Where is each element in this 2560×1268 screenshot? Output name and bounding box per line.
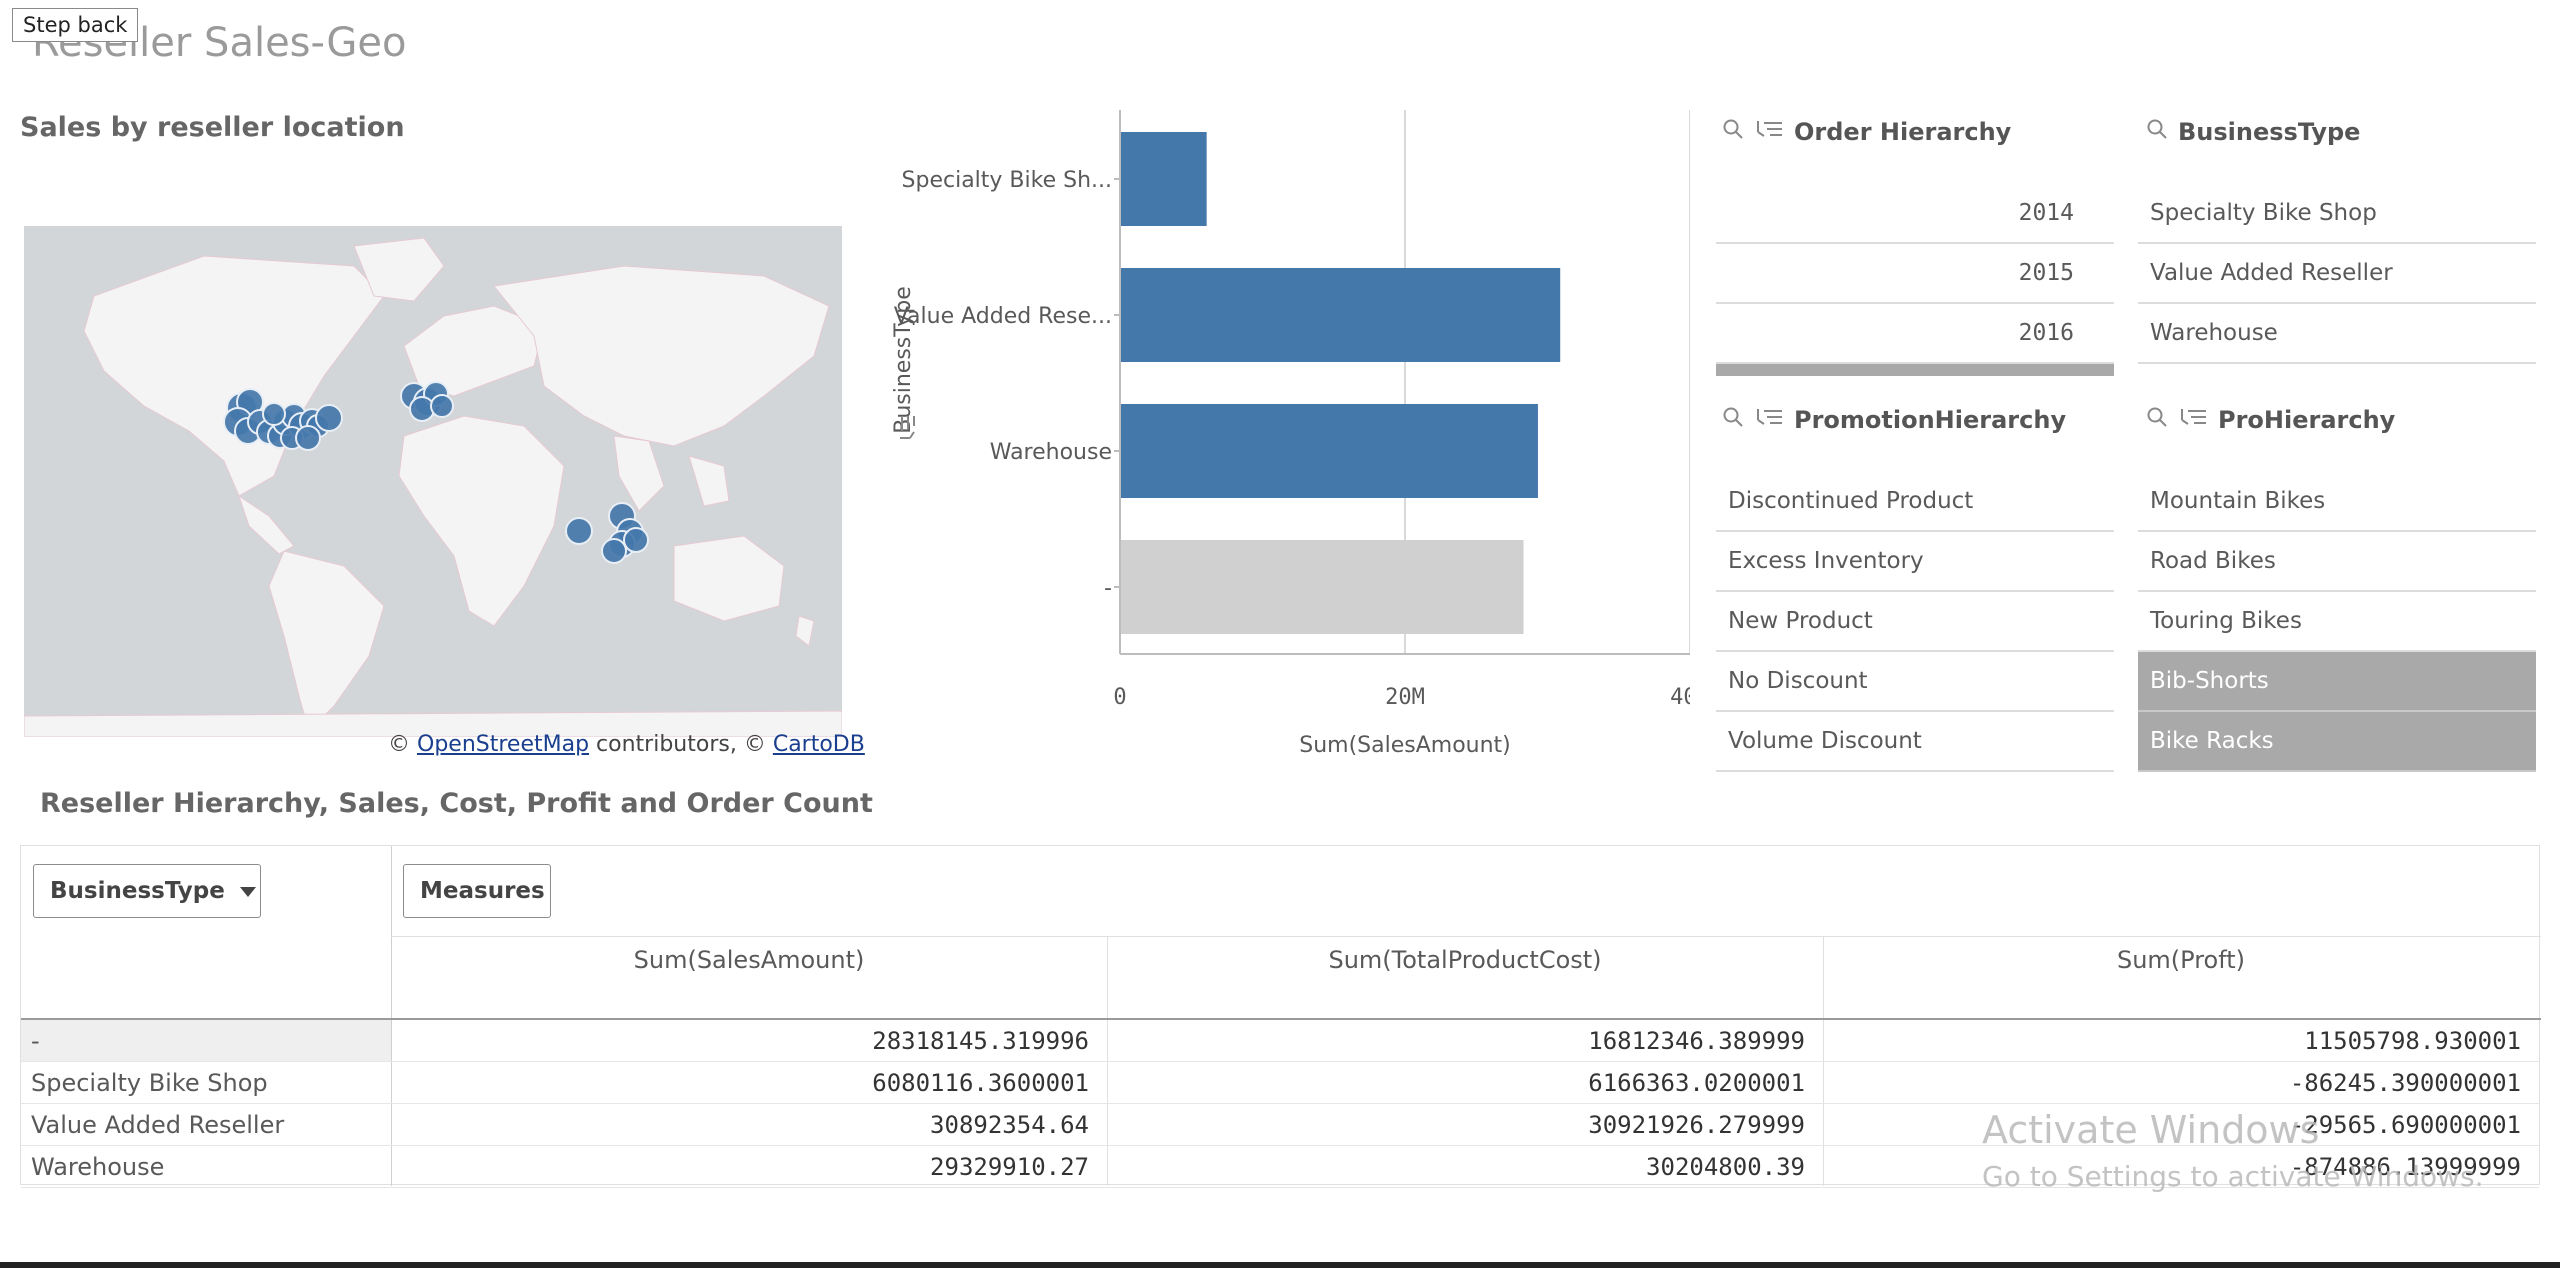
pivot-cell: 6166363.0200001 <box>1107 1062 1823 1104</box>
y-category-label[interactable]: Specialty Bike Sh... <box>902 168 1112 193</box>
pro-hierarchy-item[interactable]: Bike Racks <box>2138 712 2536 772</box>
y-category-label[interactable]: Warehouse <box>990 440 1112 465</box>
businesstype-item[interactable]: Value Added Reseller <box>2138 244 2536 304</box>
dimension-label: BusinessType <box>50 878 225 904</box>
bar[interactable] <box>1121 540 1524 634</box>
reseller-point[interactable] <box>262 402 286 426</box>
order-hierarchy-title: Order Hierarchy <box>1794 118 2012 146</box>
pivot-cell: 28318145.319996 <box>391 1020 1107 1062</box>
promotion-hierarchy-item[interactable]: Discontinued Product <box>1716 472 2114 532</box>
drilldown-hierarchy-icon <box>1754 118 1784 146</box>
y-category-label[interactable]: - <box>1104 576 1112 601</box>
reseller-point[interactable] <box>601 538 627 564</box>
activate-windows-hint: Go to Settings to activate Windows. <box>1982 1160 2484 1193</box>
x-tick-label: 0 <box>1113 685 1126 710</box>
promotion-hierarchy-item[interactable]: No Discount <box>1716 652 2114 712</box>
pivot-cell: 30921926.279999 <box>1107 1104 1823 1146</box>
reseller-map[interactable] <box>24 226 842 737</box>
cartodb-link[interactable]: CartoDB <box>773 732 865 757</box>
pivot-cell: 11505798.930001 <box>1823 1020 2539 1062</box>
pro-hierarchy-title: ProHierarchy <box>2218 406 2396 434</box>
search-icon[interactable] <box>1722 118 1744 146</box>
businesstype-dimension-button[interactable]: BusinessType <box>33 864 261 918</box>
x-tick-label: 20M <box>1385 685 1425 710</box>
attrib-prefix: © <box>388 732 410 757</box>
bar[interactable] <box>1121 132 1207 226</box>
order-hierarchy-item[interactable]: 2016 <box>1716 304 2114 364</box>
x-axis-title: Sum(SalesAmount) <box>1299 733 1511 758</box>
pivot-cell: 29329910.27 <box>391 1146 1107 1188</box>
reseller-point[interactable] <box>623 527 649 553</box>
businesstype-filter-title: BusinessType <box>2178 118 2361 146</box>
sales-by-businesstype-chart[interactable]: 0 20M 40M Specialty Bike Sh... Value Added R… <box>880 110 1710 770</box>
pivot-row-label[interactable]: Warehouse <box>21 1146 391 1188</box>
map-title: Sales by reseller location <box>20 112 405 143</box>
pivot-cell: 30892354.64 <box>391 1104 1107 1146</box>
businesstype-item[interactable]: Warehouse <box>2138 304 2536 364</box>
order-hierarchy-header[interactable]: Order Hierarchy <box>1722 118 2011 146</box>
pro-hierarchy-item[interactable]: Touring Bikes <box>2138 592 2536 652</box>
map-canvas <box>24 226 842 737</box>
promotion-hierarchy-header[interactable]: PromotionHierarchy <box>1722 406 2066 434</box>
y-axis-title[interactable]: BusinessType <box>891 286 916 434</box>
order-hierarchy-item[interactable]: 2015 <box>1716 244 2114 304</box>
pivot-cell: -86245.390000001 <box>1823 1062 2539 1104</box>
businesstype-filter-header[interactable]: BusinessType <box>2146 118 2360 146</box>
search-icon[interactable] <box>2146 118 2168 146</box>
bar-chart-svg: 0 20M 40M Specialty Bike Sh... Value Added R… <box>891 110 1710 758</box>
pro-hierarchy-item[interactable]: Mountain Bikes <box>2138 472 2536 532</box>
promotion-hierarchy-item[interactable]: Excess Inventory <box>1716 532 2114 592</box>
reseller-point[interactable] <box>295 425 321 451</box>
promotion-hierarchy-item[interactable]: Volume Discount <box>1716 712 2114 772</box>
attrib-middle: contributors, © <box>596 732 766 757</box>
x-tick-label: 40M <box>1670 685 1690 710</box>
drilldown-hierarchy-icon <box>1754 406 1784 434</box>
pivot-row-label[interactable]: - <box>21 1020 391 1062</box>
pivot-cell: 16812346.389999 <box>1107 1020 1823 1062</box>
pivot-title: Reseller Hierarchy, Sales, Cost, Profit … <box>40 788 873 819</box>
order-hierarchy-scrollbar[interactable] <box>1716 364 2114 376</box>
caret-down-icon <box>239 878 257 904</box>
measures-button[interactable]: Measures <box>403 864 551 918</box>
pivot-row-label[interactable]: Value Added Reseller <box>21 1104 391 1146</box>
pro-hierarchy-item[interactable]: Bib-Shorts <box>2138 652 2536 712</box>
openstreetmap-link[interactable]: OpenStreetMap <box>417 732 589 757</box>
reseller-point[interactable] <box>565 517 593 545</box>
order-hierarchy-item[interactable]: 2014 <box>1716 184 2114 244</box>
map-attribution: © OpenStreetMap contributors, © CartoDB <box>388 732 865 757</box>
bar[interactable] <box>1121 268 1561 362</box>
pivot-cell: 6080116.3600001 <box>391 1062 1107 1104</box>
pivot-row-label[interactable]: Specialty Bike Shop <box>21 1062 391 1104</box>
bottom-bar <box>0 1262 2560 1268</box>
y-category-label[interactable]: Value Added Rese... <box>894 304 1112 329</box>
search-icon[interactable] <box>1722 406 1744 434</box>
promotion-hierarchy-item[interactable]: New Product <box>1716 592 2114 652</box>
col-header-sales[interactable]: Sum(SalesAmount) <box>391 916 1107 1004</box>
col-header-profit[interactable]: Sum(Proft) <box>1823 916 2539 1004</box>
reseller-point[interactable] <box>430 394 454 418</box>
drilldown-hierarchy-icon <box>2178 406 2208 434</box>
search-icon[interactable] <box>2146 406 2168 434</box>
pro-hierarchy-header[interactable]: ProHierarchy <box>2146 406 2395 434</box>
businesstype-item[interactable]: Specialty Bike Shop <box>2138 184 2536 244</box>
step-back-button[interactable]: Step back <box>12 8 139 42</box>
promotion-hierarchy-title: PromotionHierarchy <box>1794 406 2067 434</box>
pro-hierarchy-item[interactable]: Road Bikes <box>2138 532 2536 592</box>
bar[interactable] <box>1121 404 1538 498</box>
pivot-cell: 30204800.39 <box>1107 1146 1823 1188</box>
reseller-point[interactable] <box>315 404 343 432</box>
col-header-cost[interactable]: Sum(TotalProductCost) <box>1107 916 1823 1004</box>
activate-windows-watermark: Activate Windows <box>1982 1108 2320 1152</box>
